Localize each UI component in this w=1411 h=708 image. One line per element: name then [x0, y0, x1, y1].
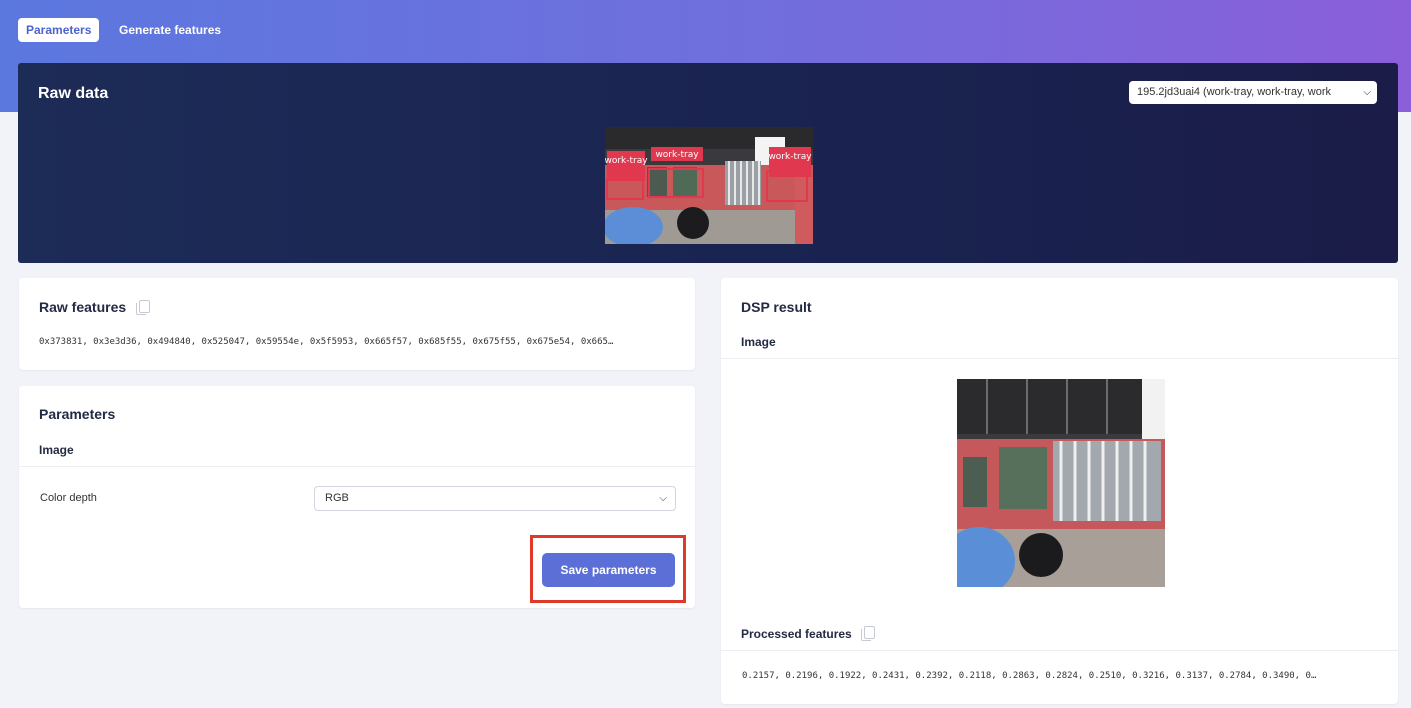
divider: [721, 650, 1398, 651]
divider: [19, 466, 695, 467]
parameters-title: Parameters: [39, 406, 116, 422]
sample-select[interactable]: 195.2jd3uai4 (work-tray, work-tray, work…: [1129, 81, 1377, 104]
raw-data-title: Raw data: [38, 85, 109, 102]
color-depth-label: Color depth: [40, 492, 97, 504]
tab-generate-features[interactable]: Generate features: [111, 18, 229, 42]
raw-features-card: Raw features 0x373831, 0x3e3d36, 0x49484…: [19, 278, 695, 370]
bbox-label-2: work-tray: [655, 150, 699, 160]
bbox-label-1: work-tray: [605, 156, 648, 166]
parameters-image-heading: Image: [39, 443, 74, 457]
processed-features-values: 0.2157, 0.2196, 0.1922, 0.2431, 0.2392, …: [742, 671, 1317, 681]
copy-icon[interactable]: [136, 300, 151, 315]
raw-data-panel: Raw data 195.2jd3uai4 (work-tray, work-t…: [18, 63, 1398, 263]
chevron-down-icon: ⌵: [1363, 87, 1371, 98]
raw-features-values: 0x373831, 0x3e3d36, 0x494840, 0x525047, …: [39, 337, 614, 347]
processed-features-title: Processed features: [741, 627, 852, 641]
copy-icon[interactable]: [861, 626, 876, 641]
dsp-result-title: DSP result: [741, 299, 812, 315]
color-depth-value: RGB: [325, 492, 349, 504]
raw-features-title: Raw features: [39, 299, 127, 315]
parameters-card: Parameters Image Color depth RGB ⌵ Save …: [19, 386, 695, 608]
sample-select-value: 195.2jd3uai4 (work-tray, work-tray, work: [1137, 86, 1331, 98]
tab-parameters[interactable]: Parameters: [18, 18, 100, 42]
dsp-image-heading: Image: [741, 335, 776, 349]
dsp-result-image: [957, 379, 1165, 587]
chevron-down-icon: ⌵: [659, 493, 667, 504]
save-parameters-button[interactable]: Save parameters: [542, 553, 675, 587]
dsp-result-card: DSP result Image Processed features 0.21…: [721, 278, 1398, 704]
bbox-label-3: work-tray: [768, 152, 812, 162]
raw-sample-image: work-tray work-tray work-tray: [605, 127, 813, 244]
divider: [721, 358, 1398, 359]
color-depth-select[interactable]: RGB ⌵: [314, 486, 676, 511]
